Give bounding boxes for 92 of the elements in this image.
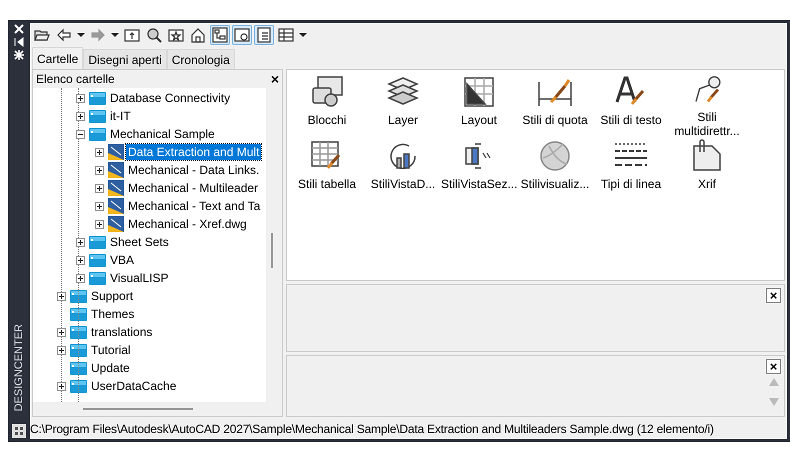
expand-toggle[interactable]: [57, 346, 66, 354]
preview-icon: [234, 27, 250, 43]
settings-icon[interactable]: [14, 50, 24, 60]
folder-icon: [70, 344, 87, 356]
tab[interactable]: Cartelle: [32, 47, 84, 69]
expand-toggle[interactable]: [76, 238, 85, 246]
content-item-label[interactable]: Layer: [365, 113, 441, 127]
tree-item[interactable]: UserDataCache: [89, 378, 178, 394]
drawing-file-icon: [108, 180, 124, 196]
caret-icon: [111, 33, 119, 37]
close-button[interactable]: ×: [766, 288, 781, 303]
collapse-toggle[interactable]: [76, 130, 85, 138]
folder-up-icon: [124, 27, 140, 43]
expand-toggle[interactable]: [76, 94, 85, 102]
folder-icon: [89, 272, 106, 284]
back-arrow-icon: [56, 27, 72, 43]
folder-icon: [89, 110, 106, 122]
drawing-file-icon: [108, 144, 124, 160]
folder-icon: [89, 254, 106, 266]
content-item-label[interactable]: Blocchi: [289, 113, 365, 127]
tree-item[interactable]: Mechanical - Multileader: [126, 180, 260, 196]
tree-item[interactable]: Mechanical - Xref.dwg: [126, 216, 249, 232]
description-icon: [256, 27, 272, 43]
tab[interactable]: Disegni aperti: [83, 49, 167, 69]
tree-item[interactable]: Data Extraction and Mult: [126, 144, 262, 160]
forward-arrow-icon: [90, 27, 106, 43]
drawing-file-icon: [108, 162, 124, 178]
folder-icon: [89, 236, 106, 248]
folder-icon: [70, 362, 87, 374]
scrollbar-thumb[interactable]: [271, 233, 273, 268]
expand-toggle[interactable]: [95, 148, 104, 156]
home-icon: [190, 27, 206, 43]
content-item-label[interactable]: Tipi di linea: [593, 177, 669, 191]
content-item-label[interactable]: Stili multidirettr...: [669, 110, 745, 138]
grid-icon[interactable]: [12, 424, 26, 438]
content-item-label[interactable]: StiliVistaSez...: [441, 177, 517, 191]
list-view-icon: [278, 27, 294, 43]
content-item-label[interactable]: Stilivisualiz...: [517, 177, 593, 191]
expand-toggle[interactable]: [95, 220, 104, 228]
tree-view-icon: [212, 27, 228, 43]
tree-item[interactable]: Mechanical Sample: [108, 126, 217, 142]
close-icon[interactable]: [14, 24, 24, 34]
status-path: C:\Program Files\Autodesk\AutoCAD 2027\Sample\Mechanical Sample\Data Extraction and Multileaders Sample.dwg (12 elemento/i): [30, 421, 714, 438]
expand-toggle[interactable]: [95, 202, 104, 210]
content-item-label[interactable]: Stili di testo: [593, 113, 669, 127]
expand-toggle[interactable]: [76, 112, 85, 120]
tree-item[interactable]: Support: [89, 288, 136, 304]
expand-toggle[interactable]: [95, 184, 104, 192]
expand-toggle[interactable]: [57, 328, 66, 336]
drawing-file-icon: [108, 216, 124, 232]
tree-item[interactable]: Update: [89, 360, 132, 376]
tree-item[interactable]: Sheet Sets: [108, 234, 171, 250]
folder-icon: [70, 308, 87, 320]
expand-toggle[interactable]: [76, 274, 85, 282]
folder-icon: [89, 128, 106, 140]
folder-icon: [70, 380, 87, 392]
tab[interactable]: Cronologia: [166, 49, 235, 69]
folder-icon: [70, 290, 87, 302]
toolbar-button[interactable]: [254, 25, 274, 45]
folder-icon: [89, 92, 106, 104]
caret-icon: [299, 33, 307, 37]
scrollbar-thumb[interactable]: [83, 408, 193, 410]
close-button[interactable]: ×: [766, 359, 781, 374]
star-folder-icon: [168, 27, 184, 43]
content-item-label[interactable]: Stili tabella: [289, 177, 365, 191]
palette-title: DESIGNCENTER: [12, 324, 26, 411]
toolbar-button[interactable]: [232, 25, 252, 45]
tree-item[interactable]: Database Connectivity: [108, 90, 232, 106]
tree-item[interactable]: it-IT: [108, 108, 133, 124]
tree-item[interactable]: VisualLISP: [108, 270, 170, 286]
content-item-label[interactable]: Layout: [441, 113, 517, 127]
tree-item[interactable]: translations: [89, 324, 154, 340]
tree-item[interactable]: Mechanical - Data Links.: [126, 162, 262, 178]
toolbar-button[interactable]: [210, 25, 230, 45]
tree-item[interactable]: Mechanical - Text and Ta: [126, 198, 262, 214]
caret-icon: [77, 33, 85, 37]
content-item-label[interactable]: StiliVistaD...: [365, 177, 441, 191]
close-button[interactable]: ×: [270, 72, 279, 86]
expand-toggle[interactable]: [57, 382, 66, 390]
search-icon: [146, 27, 162, 43]
tree-item[interactable]: Themes: [89, 306, 136, 322]
expand-toggle[interactable]: [76, 256, 85, 264]
tree-item[interactable]: VBA: [108, 252, 136, 268]
auto-hide-icon[interactable]: [14, 37, 24, 47]
expand-toggle[interactable]: [95, 166, 104, 174]
content-item-label[interactable]: Stili di quota: [517, 113, 593, 127]
expand-toggle[interactable]: [57, 292, 66, 300]
folder-icon: [70, 326, 87, 338]
drawing-file-icon: [108, 198, 124, 214]
panel-title: Elenco cartelle: [36, 71, 115, 88]
tree-item[interactable]: Tutorial: [89, 342, 133, 358]
content-item-label[interactable]: Xrif: [669, 177, 745, 191]
